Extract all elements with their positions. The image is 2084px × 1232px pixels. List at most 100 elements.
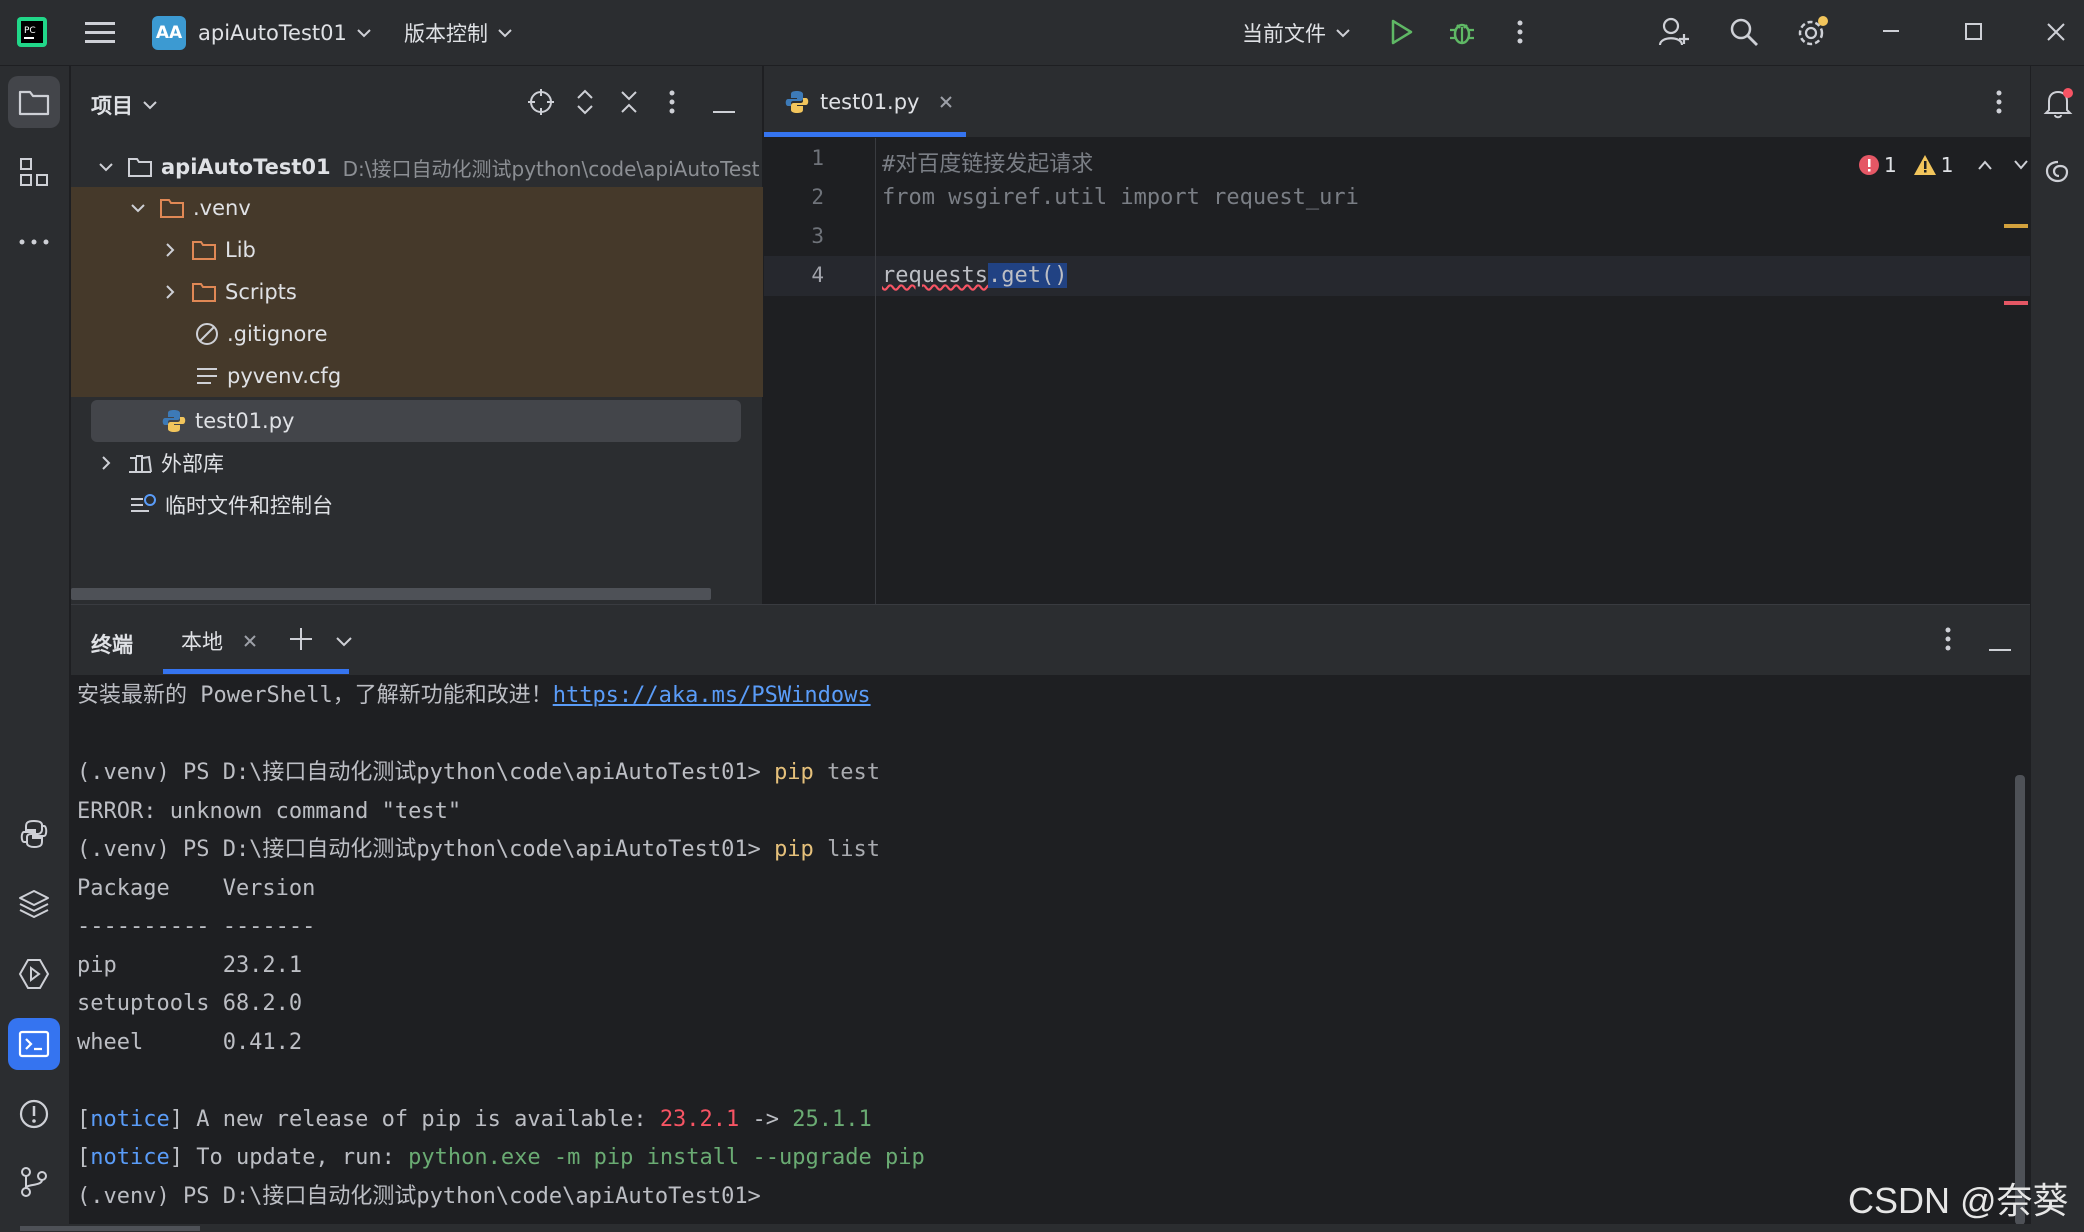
tree-row-test01[interactable]: test01.py xyxy=(71,400,763,442)
options-icon[interactable] xyxy=(669,90,675,118)
close-window-icon[interactable] xyxy=(2036,12,2076,52)
run-icon[interactable] xyxy=(1382,12,1422,52)
previous-highlight-icon[interactable] xyxy=(1977,159,1993,171)
project-panel-title[interactable]: 项目 xyxy=(91,90,157,120)
terminal-tab-local[interactable]: 本地 xyxy=(181,623,257,659)
project-horizontal-scrollbar[interactable] xyxy=(71,588,711,600)
lib-folder-name: Lib xyxy=(225,238,256,262)
line-number: 1 xyxy=(811,146,824,170)
git-tool-button[interactable] xyxy=(8,1156,60,1208)
close-tab-icon[interactable] xyxy=(939,95,953,109)
settings-gear-icon[interactable] xyxy=(1792,12,1832,52)
more-tools-button[interactable] xyxy=(8,216,60,268)
layers-tool-button[interactable] xyxy=(8,878,60,930)
active-tab-indicator xyxy=(764,132,966,137)
terminal-line[interactable]: (.venv) PS D:\接口自动化测试python\code\apiAuto… xyxy=(77,1178,761,1216)
hide-terminal-icon[interactable] xyxy=(1989,638,2011,657)
add-user-icon[interactable] xyxy=(1654,12,1694,52)
warning-marker[interactable] xyxy=(2004,224,2028,228)
git-branch-icon xyxy=(21,1167,47,1197)
chevron-right-icon xyxy=(159,281,181,303)
next-highlight-icon[interactable] xyxy=(2013,159,2029,171)
error-marker[interactable] xyxy=(2004,301,2028,305)
arrow-text: -> xyxy=(739,1107,793,1132)
tree-row-venv[interactable]: .venv xyxy=(71,187,763,229)
chevron-right-icon xyxy=(159,239,181,261)
chevron-down-icon xyxy=(127,197,149,219)
tree-row-scratches[interactable]: 临时文件和控制台 xyxy=(71,484,763,526)
external-libraries-label: 外部库 xyxy=(161,452,224,476)
ai-assistant-icon[interactable] xyxy=(2041,154,2077,190)
tree-row-root[interactable]: apiAutoTest01 D:\接口自动化测试python\code\apiA… xyxy=(71,146,763,188)
notifications-bell-icon[interactable] xyxy=(2041,86,2077,122)
debug-icon[interactable] xyxy=(1442,12,1482,52)
collapse-all-icon[interactable] xyxy=(619,88,639,120)
project-tool-button[interactable] xyxy=(8,76,60,128)
terminal-options-icon[interactable] xyxy=(1945,627,1951,655)
code-line-import[interactable]: from wsgiref.util import request_uri xyxy=(882,185,1359,210)
tree-row-external-libraries[interactable]: 外部库 xyxy=(71,442,763,484)
minimize-icon[interactable] xyxy=(1872,12,1912,52)
new-terminal-icon[interactable] xyxy=(289,627,313,655)
run-config-selector[interactable]: 当前文件 xyxy=(1242,14,1350,52)
terminal-line: setuptools 68.2.0 xyxy=(77,991,303,1016)
terminal-line: [notice] A new release of pip is availab… xyxy=(77,1107,872,1132)
unresolved-reference: requests xyxy=(882,263,988,288)
terminal-prompt: (.venv) PS D:\接口自动化测试python\code\apiAuto… xyxy=(77,760,761,785)
terminal-prompt: (.venv) PS D:\接口自动化测试python\code\apiAuto… xyxy=(77,837,761,862)
pycharm-logo-icon[interactable]: PC xyxy=(12,12,52,52)
command-name: pip xyxy=(774,760,814,785)
structure-tool-button[interactable] xyxy=(8,146,60,198)
ps-install-message: 安装最新的 PowerShell，了解新功能和改进！ xyxy=(77,683,553,708)
bottom-status-edge xyxy=(0,1224,2084,1232)
editor-options-icon[interactable] xyxy=(1996,90,2002,118)
venv-folder-name: .venv xyxy=(193,196,251,220)
text-file-icon xyxy=(197,368,217,384)
more-actions-icon[interactable] xyxy=(1500,12,1540,52)
chevron-down-icon xyxy=(143,101,157,110)
select-opened-file-icon[interactable] xyxy=(527,88,555,120)
watermark: CSDN @奈葵 xyxy=(1848,1180,2069,1221)
hide-panel-icon[interactable] xyxy=(713,100,735,119)
scratches-label: 临时文件和控制台 xyxy=(165,494,333,518)
terminal-scrollbar[interactable] xyxy=(2015,775,2025,1225)
command-arg: list xyxy=(827,837,881,862)
maximize-icon[interactable] xyxy=(1954,12,1994,52)
title-bar: PC AA apiAutoTest01 版本控制 当前文件 xyxy=(0,0,2084,66)
tree-row-pyvenv[interactable]: pyvenv.cfg xyxy=(71,355,763,397)
play-circle-icon xyxy=(18,959,50,989)
main-menu-icon[interactable] xyxy=(80,12,120,52)
line-number: 4 xyxy=(811,263,824,287)
editor-tab-test01[interactable]: test01.py xyxy=(784,84,953,120)
root-folder-path: D:\接口自动化测试python\code\apiAutoTest xyxy=(342,156,760,181)
code-line-request[interactable]: requests.get() xyxy=(882,263,1068,288)
ps-windows-link[interactable]: https://aka.ms/PSWindows xyxy=(553,683,871,708)
problems-tool-button[interactable] xyxy=(8,1088,60,1140)
line-number: 3 xyxy=(811,224,824,248)
chevron-down-icon xyxy=(357,29,371,38)
python-packages-button[interactable] xyxy=(8,808,60,860)
layers-icon xyxy=(19,890,49,918)
expand-all-icon[interactable] xyxy=(575,88,595,120)
terminal-line: (.venv) PS D:\接口自动化测试python\code\apiAuto… xyxy=(77,754,880,792)
terminal-active-tab-indicator xyxy=(163,669,349,674)
structure-icon xyxy=(20,158,48,186)
terminal-dropdown-icon[interactable] xyxy=(335,633,353,652)
folder-icon xyxy=(128,158,152,177)
vcs-menu[interactable]: 版本控制 xyxy=(404,14,512,52)
tree-row-lib[interactable]: Lib xyxy=(71,229,763,271)
code-line-comment[interactable]: #对百度链接发起请求 xyxy=(882,146,1093,178)
tree-row-scripts[interactable]: Scripts xyxy=(71,271,763,313)
services-tool-button[interactable] xyxy=(8,948,60,1000)
project-switcher[interactable]: AA apiAutoTest01 xyxy=(152,14,371,52)
error-icon xyxy=(1859,155,1879,175)
terminal-panel: 终端 本地 安装最新的 PowerShell，了解新功能和改进！https://… xyxy=(71,604,2030,1225)
terminal-tool-button[interactable] xyxy=(8,1018,60,1070)
command-arg: test xyxy=(827,760,881,785)
terminal-tab-label: 本地 xyxy=(181,630,223,654)
notice-text: To update, run: xyxy=(182,1145,409,1170)
inspection-widget[interactable]: 1 1 xyxy=(1858,150,2029,180)
close-tab-icon[interactable] xyxy=(243,634,257,648)
tree-row-gitignore[interactable]: .gitignore xyxy=(71,313,763,355)
search-icon[interactable] xyxy=(1724,12,1764,52)
